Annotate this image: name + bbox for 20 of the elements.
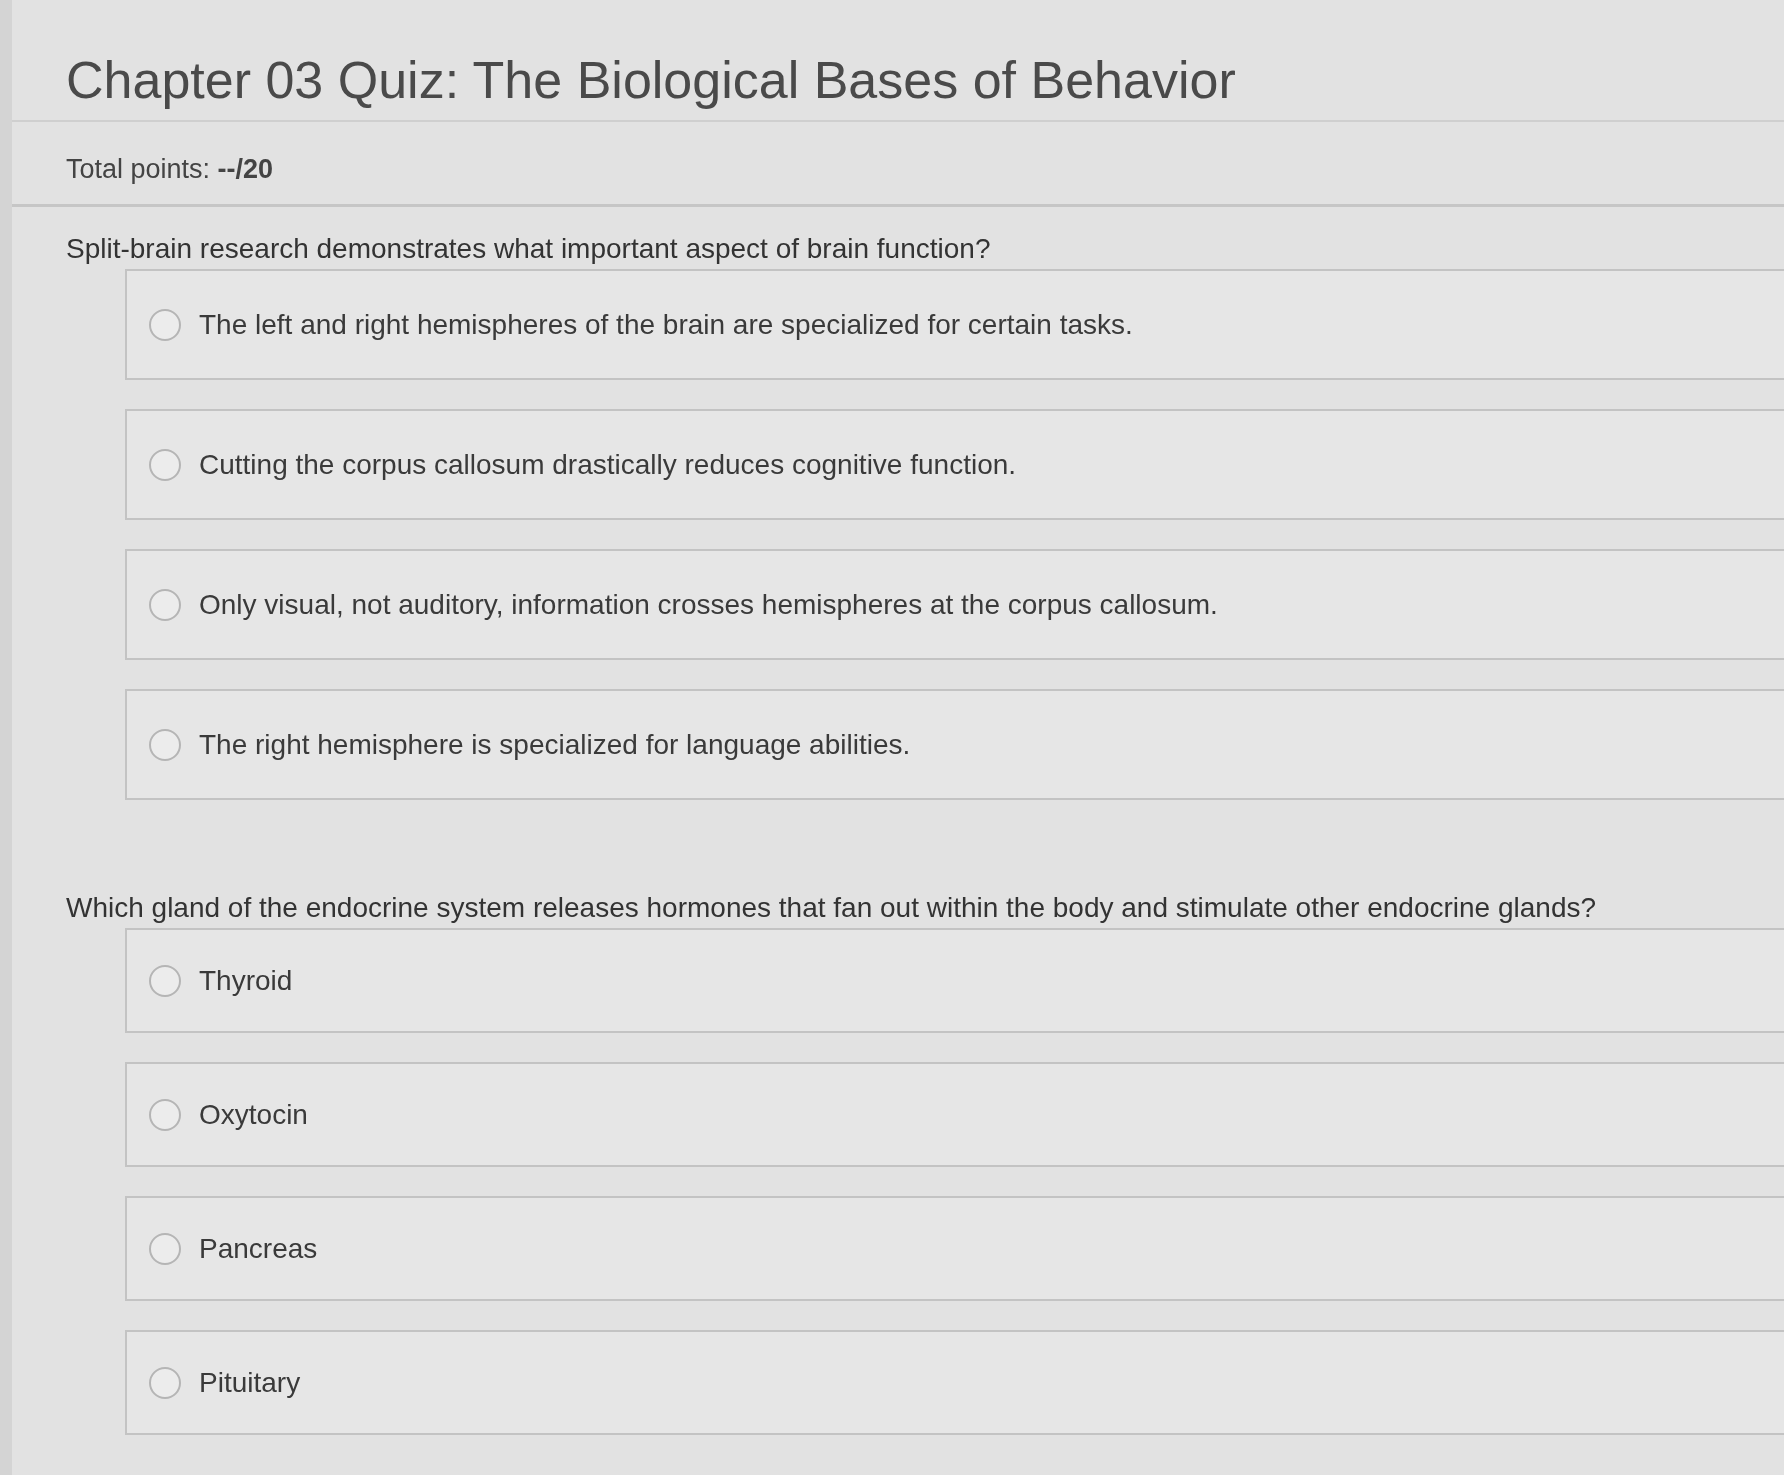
option-text: Pituitary: [199, 1365, 301, 1400]
radio-button[interactable]: [149, 448, 181, 481]
radio-button[interactable]: [149, 1366, 181, 1399]
question-prompt: Split-brain research demonstrates what important aspect of brain function?: [66, 232, 991, 266]
option-text: The left and right hemispheres of the brain are specialized for certain tasks.: [199, 307, 1133, 342]
radio-button[interactable]: [149, 964, 181, 997]
option-text: Pancreas: [199, 1231, 318, 1266]
option-text: Oxytocin: [199, 1097, 308, 1132]
radio-button[interactable]: [149, 1232, 181, 1265]
question-prompt: Which gland of the endocrine system releases hormones that fan out within the body and stimulate other endocrine glands?: [66, 891, 1597, 925]
option-text: Only visual, not auditory, information crosses hemispheres at the corpus callosum.: [199, 587, 1218, 622]
option-text: Cutting the corpus callosum drastically reduces cognitive function.: [199, 447, 1017, 482]
radio-button[interactable]: [149, 308, 181, 341]
quiz-title: Chapter 03 Quiz: The Biological Bases of Behavior: [66, 50, 1236, 111]
radio-button[interactable]: [149, 1098, 181, 1131]
total-points-text: Total points: --/20: [66, 153, 274, 186]
radio-button[interactable]: [149, 728, 181, 761]
option-text: The right hemisphere is specialized for language abilities.: [199, 727, 911, 762]
radio-button[interactable]: [149, 588, 181, 621]
option-text: Thyroid: [199, 963, 293, 998]
